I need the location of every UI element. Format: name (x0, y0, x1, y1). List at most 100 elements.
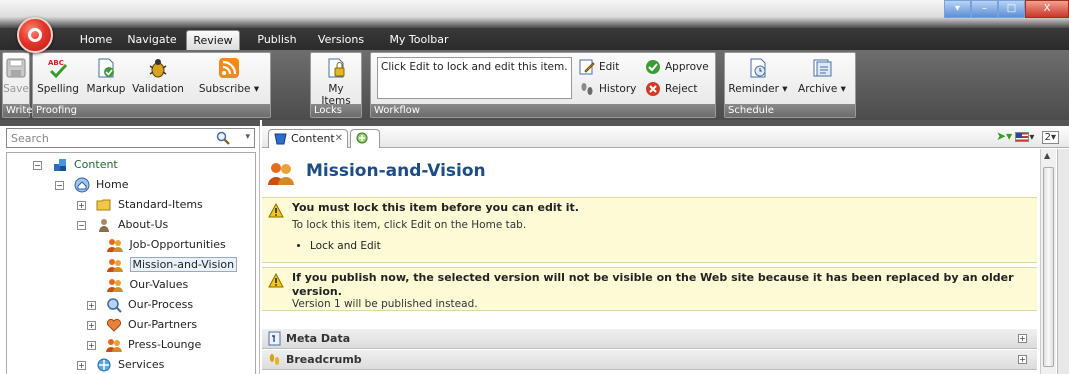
tab-home[interactable]: Home (74, 30, 118, 50)
app-logo-icon (28, 28, 42, 42)
language-flag-icon[interactable] (1015, 132, 1030, 142)
folder-icon (96, 199, 110, 211)
search-input[interactable]: Search ▾ (6, 128, 255, 148)
collapse-icon[interactable]: − (77, 220, 86, 230)
expand-icon[interactable]: + (87, 320, 96, 330)
close-tab-icon[interactable]: ✕ (335, 130, 343, 147)
tree-item-job-opportunities[interactable]: Job-Opportunities (107, 235, 226, 255)
tab-versions[interactable]: Versions (314, 30, 368, 50)
add-tab-icon (356, 132, 368, 144)
approve-check-icon (646, 60, 660, 74)
expand-icon[interactable]: + (87, 340, 96, 350)
expand-icon[interactable]: + (77, 200, 86, 210)
collapse-icon[interactable]: − (33, 160, 42, 170)
save-icon (6, 58, 26, 78)
search-options-chevron-icon[interactable]: ▾ (245, 132, 250, 142)
expand-icon[interactable]: + (77, 360, 86, 370)
tree-item-content[interactable]: − Content (33, 155, 118, 175)
collapse-icon[interactable]: − (55, 180, 64, 190)
save-button[interactable]: Save (3, 55, 29, 103)
tree-item-about-us[interactable]: − About-Us (77, 215, 168, 235)
lock-and-edit-link[interactable]: Lock and Edit (310, 240, 381, 252)
spelling-button[interactable]: ABC Spelling (35, 55, 81, 103)
vertical-scrollbar[interactable]: ▲ (1040, 149, 1056, 374)
ribbon: Save Write ABC Spelling Markup Validatio… (0, 50, 1069, 120)
tree-item-our-process[interactable]: + Our-Process (87, 295, 193, 315)
approve-button[interactable]: Approve (645, 58, 709, 76)
expand-icon[interactable]: + (87, 300, 96, 310)
content-tab-icon (274, 133, 287, 145)
expand-section-icon[interactable]: + (1018, 355, 1027, 364)
home-icon (74, 177, 89, 193)
history-button[interactable]: History (579, 80, 636, 98)
search-icon[interactable] (216, 131, 230, 145)
markup-button[interactable]: Markup (83, 55, 129, 103)
people-icon (107, 239, 123, 252)
side-panel-collapsed (1057, 149, 1069, 374)
partners-heart-icon (106, 318, 121, 332)
section-breadcrumb[interactable]: Breadcrumb + (262, 350, 1037, 370)
tree-item-standard-items[interactable]: + Standard-Items (77, 195, 203, 215)
chevron-down-icon: ▾ (1029, 132, 1035, 143)
group-write: Save Write (2, 52, 32, 118)
search-placeholder: Search (11, 132, 49, 145)
tree-item-press-lounge[interactable]: + Press-Lounge (87, 335, 201, 355)
chevron-down-icon: ▾ (837, 83, 846, 95)
editor-tab-tools: ➤▾ ▾ 2▾ (996, 129, 1059, 147)
breadcrumb-footprints-icon (269, 354, 280, 365)
publish-warning-text: Version 1 will be published instead. (292, 298, 478, 310)
tree-item-our-partners[interactable]: + Our-Partners (87, 315, 197, 335)
version-number-selector[interactable]: 2▾ (1041, 131, 1059, 144)
tab-publish[interactable]: Publish (252, 30, 302, 50)
bug-icon (149, 59, 167, 78)
close-button[interactable]: X (1025, 0, 1069, 18)
lock-actions-list: Lock and Edit (310, 240, 381, 252)
minimize-button[interactable]: – (971, 0, 998, 18)
editor-pane: Content ✕ ➤▾ ▾ 2▾ Mission-and-Vision You… (262, 120, 1069, 374)
window-controls: ▾ – □ X (944, 0, 1069, 18)
ribbon-tab-bar: Home Navigate Review Publish Versions My… (0, 0, 1069, 53)
expand-section-icon[interactable]: + (1018, 334, 1027, 343)
ribbon-minimize-button[interactable]: ▾ (944, 0, 971, 18)
tab-my-toolbar[interactable]: My Toolbar (384, 30, 454, 50)
tree-item-home[interactable]: − Home (55, 175, 128, 195)
workflow-message-box: Click Edit to lock and edit this item. (377, 57, 572, 99)
lock-warning-text: To lock this item, click Edit on the Hom… (292, 219, 527, 231)
reject-button[interactable]: Reject (645, 80, 698, 98)
reminder-button[interactable]: Reminder ▾ (727, 55, 789, 103)
archive-button[interactable]: Archive ▾ (791, 55, 853, 103)
section-meta-data[interactable]: Meta Data + (262, 329, 1037, 349)
chevron-down-icon: ▾ (250, 83, 260, 95)
titlebar-background (0, 0, 1069, 28)
tree-item-services[interactable]: + Services (77, 355, 164, 374)
publish-warning-panel: If you publish now, the selected version… (262, 267, 1037, 311)
navigate-arrow-icon[interactable]: ➤▾ (996, 129, 1012, 143)
tab-content[interactable]: Content ✕ (268, 129, 348, 148)
my-items-button[interactable]: My Items (313, 55, 359, 107)
people-icon (107, 259, 123, 272)
rss-icon (219, 58, 239, 78)
tab-navigate[interactable]: Navigate (124, 30, 180, 50)
tab-review[interactable]: Review (186, 30, 240, 50)
scrollbar-thumb[interactable] (1043, 167, 1054, 367)
edit-button[interactable]: Edit (579, 58, 619, 76)
item-title: Mission-and-Vision (306, 161, 486, 181)
subscribe-button[interactable]: Subscribe ▾ (189, 55, 269, 103)
application-menu-button[interactable] (17, 17, 53, 53)
add-tab-button[interactable] (350, 129, 380, 148)
publish-warning-title: If you publish now, the selected version… (292, 271, 1014, 298)
content-tree: − Content − Home + Standard-Items − Abou… (6, 152, 256, 374)
reminder-icon (750, 58, 766, 78)
my-items-icon (328, 58, 345, 78)
process-magnifier-icon (106, 298, 122, 313)
content-root-icon (53, 159, 66, 171)
maximize-button[interactable]: □ (998, 0, 1025, 18)
tree-item-our-values[interactable]: Our-Values (107, 275, 188, 295)
validation-button[interactable]: Validation (129, 55, 187, 103)
history-footprints-icon (581, 83, 593, 95)
group-label-proofing: Proofing (33, 104, 270, 117)
edit-pencil-icon (579, 59, 595, 75)
scroll-up-icon[interactable]: ▲ (1044, 151, 1050, 160)
tree-item-mission-and-vision[interactable]: Mission-and-Vision (107, 255, 238, 275)
people-icon (107, 279, 123, 292)
